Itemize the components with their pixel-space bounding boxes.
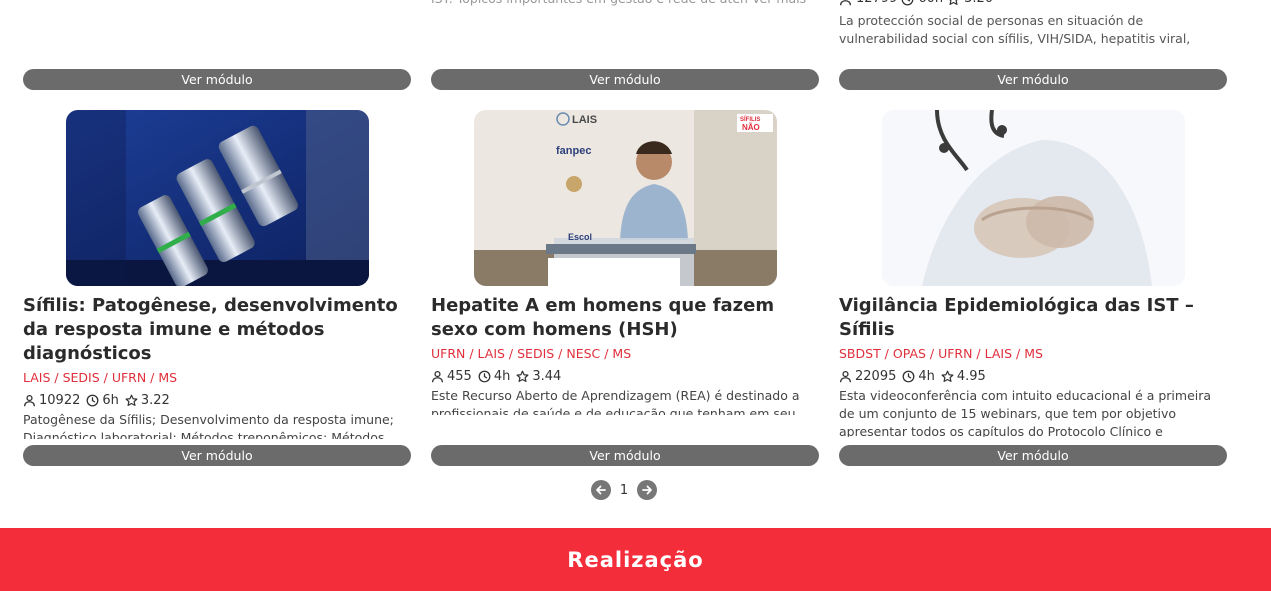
- user-icon: [431, 370, 444, 382]
- card-description: IST. Tópicos importantes em gestão e red…: [431, 0, 818, 8]
- user-icon: [839, 370, 852, 382]
- course-description: Esta videoconferência com intuito educac…: [839, 388, 1212, 437]
- view-module-button[interactable]: Ver módulo: [839, 445, 1227, 466]
- card-stats: 22095 4h 4.95: [839, 367, 1226, 385]
- view-module-button[interactable]: Ver módulo: [431, 445, 819, 466]
- course-thumbnail-stethoscope[interactable]: [882, 110, 1185, 286]
- next-page-button[interactable]: [637, 480, 657, 500]
- star-icon: [125, 394, 138, 406]
- course-title[interactable]: Hepatite A em homens que fazem sexo com …: [431, 294, 818, 342]
- lais-logo-text: LAIS: [572, 114, 597, 126]
- user-icon: [23, 394, 36, 406]
- arrow-left-icon: [596, 485, 606, 495]
- course-thumbnail-speaker[interactable]: LAIS fanpec SÍFILIS NÃO Escol: [474, 110, 777, 286]
- course-description: Este Recurso Aberto de Aprendizagem (REA…: [431, 388, 800, 415]
- arrow-right-icon: [642, 485, 652, 495]
- enrollment-count: 10922: [39, 392, 81, 408]
- card-fragment-top-right: 12799 60h 3.20 La protección social de p…: [839, 0, 1226, 48]
- course-title[interactable]: Vigilância Epidemiológica das IST – Sífi…: [839, 294, 1226, 342]
- course-rating: 3.22: [140, 392, 170, 408]
- course-thumbnail-microscope[interactable]: [66, 110, 369, 286]
- view-module-button[interactable]: Ver módulo: [23, 445, 411, 466]
- card-fragment-description: IST. Tópicos importantes em gestão e red…: [431, 0, 818, 48]
- previous-page-button[interactable]: [591, 480, 611, 500]
- course-hours: 4h: [918, 368, 935, 384]
- pagination: 1: [591, 480, 657, 500]
- course-partners: LAIS / SEDIS / UFRN / MS: [23, 370, 178, 385]
- course-description: Patogênese da Sífilis; Desenvolvimento d…: [23, 412, 394, 439]
- course-hours: 6h: [102, 392, 119, 408]
- course-partners: SBDST / OPAS / UFRN / LAIS / MS: [839, 346, 1043, 361]
- course-hours: 60h: [918, 0, 943, 8]
- view-module-button[interactable]: Ver módulo: [839, 69, 1227, 90]
- card-stats: 12799 60h 3.20: [839, 0, 1226, 8]
- course-card: LAIS fanpec SÍFILIS NÃO Escol Hepatite A…: [431, 110, 818, 415]
- course-rating: 3.20: [964, 0, 993, 8]
- clock-icon: [902, 0, 914, 5]
- speaker-photo: LAIS fanpec SÍFILIS NÃO Escol: [474, 110, 777, 286]
- enrollment-count: 22095: [855, 368, 897, 384]
- course-card: Vigilância Epidemiológica das IST – Sífi…: [839, 110, 1226, 437]
- crest-icon: [566, 176, 582, 192]
- footer-title: Realização: [567, 547, 704, 572]
- star-icon: [516, 370, 529, 382]
- course-title[interactable]: Sífilis: Patogênese, desenvolvimento da …: [23, 294, 410, 366]
- course-rating: 4.95: [956, 368, 986, 384]
- star-icon: [941, 370, 954, 382]
- podium-sign-text: Escol: [568, 232, 592, 242]
- view-module-button[interactable]: Ver módulo: [23, 69, 411, 90]
- current-page-number[interactable]: 1: [619, 483, 629, 498]
- fanpec-logo-text: fanpec: [556, 145, 591, 157]
- card-stats: 455 4h 3.44: [431, 367, 818, 385]
- user-icon: [839, 0, 852, 5]
- course-card: Sífilis: Patogênese, desenvolvimento da …: [23, 110, 410, 439]
- card-description: La protección social de personas en situ…: [839, 13, 1191, 46]
- view-module-button[interactable]: Ver módulo: [431, 69, 819, 90]
- star-icon: [949, 0, 958, 5]
- sifilis-nao-logo-bottom-text: NÃO: [742, 123, 760, 132]
- clock-icon: [86, 394, 99, 406]
- gloved-hands-image: [882, 110, 1185, 286]
- enrollment-count: 12799: [856, 0, 897, 8]
- sifilis-nao-logo-top-text: SÍFILIS: [740, 115, 760, 123]
- clock-icon: [902, 370, 915, 382]
- course-hours: 4h: [493, 368, 511, 384]
- course-partners: UFRN / LAIS / SEDIS / NESC / MS: [431, 346, 632, 361]
- course-rating: 3.44: [532, 368, 562, 384]
- microscope-image: [66, 110, 369, 286]
- footer-banner: Realização: [0, 528, 1271, 591]
- enrollment-count: 455: [447, 368, 472, 384]
- clock-icon: [478, 370, 491, 382]
- card-stats: 10922 6h 3.22: [23, 391, 410, 409]
